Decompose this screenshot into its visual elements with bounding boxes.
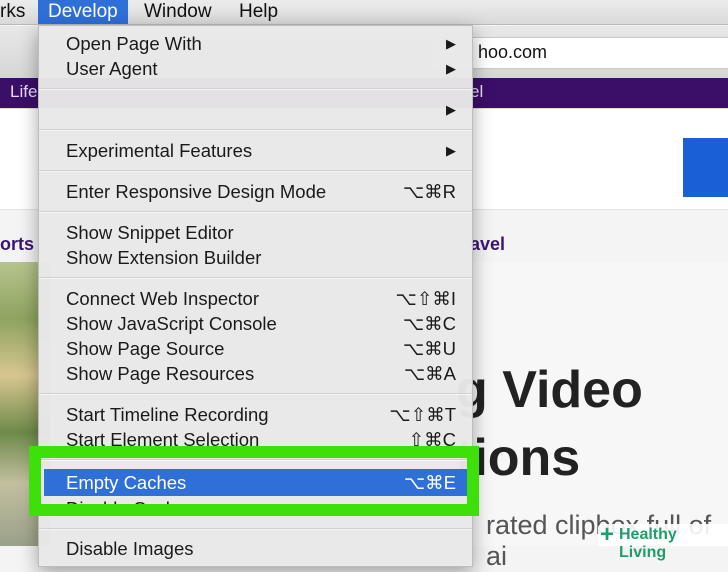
menu-separator: [39, 393, 472, 395]
subnav-link-sports[interactable]: orts: [0, 234, 34, 255]
menu-separator: [39, 170, 472, 172]
search-button[interactable]: [683, 138, 728, 197]
menu-item-responsive-design-mode[interactable]: Enter Responsive Design Mode: [66, 179, 326, 204]
shortcut-label: ⌥⌘U: [402, 338, 456, 359]
menu-item-disable-images[interactable]: Disable Images: [66, 536, 194, 561]
menu-item-javascript-console[interactable]: Show JavaScript Console: [66, 311, 277, 336]
menu-item-experimental-features[interactable]: Experimental Features: [66, 138, 252, 163]
menu-item-extension-builder[interactable]: Show Extension Builder: [66, 245, 261, 270]
shortcut-label: ⌥⇧⌘I: [395, 288, 456, 309]
watermark-text: Healthy Living: [619, 526, 677, 561]
submenu-arrow-icon: ▶: [446, 102, 456, 117]
menu-separator: [39, 129, 472, 131]
shortcut-label: ⌥⌘R: [402, 181, 456, 202]
menu-item-open-page-with[interactable]: Open Page With: [66, 31, 202, 56]
menu-help[interactable]: Help: [229, 0, 288, 24]
menu-bookmarks[interactable]: rks: [0, 0, 35, 24]
menu-item-snippet-editor[interactable]: Show Snippet Editor: [66, 220, 234, 245]
submenu-arrow-icon: ▶: [446, 61, 456, 76]
shortcut-label: ⌥⇧⌘T: [389, 404, 456, 425]
menu-separator: [39, 88, 472, 90]
url-text: hoo.com: [478, 42, 548, 62]
menu-separator: [39, 277, 472, 279]
shortcut-label: ⌥⌘C: [402, 313, 456, 334]
menu-item-page-source[interactable]: Show Page Source: [66, 336, 224, 361]
menu-item-connect-web-inspector[interactable]: Connect Web Inspector: [66, 286, 259, 311]
menu-item-user-agent[interactable]: User Agent: [66, 56, 158, 81]
submenu-arrow-icon: ▶: [446, 36, 456, 51]
headline-line-1: g Video: [456, 361, 643, 419]
menu-item-page-resources[interactable]: Show Page Resources: [66, 361, 254, 386]
menu-develop[interactable]: Develop: [38, 0, 128, 24]
plus-icon: +: [600, 521, 615, 548]
menu-item-timeline-recording[interactable]: Start Timeline Recording: [66, 402, 269, 427]
subnav-link-travel[interactable]: avel: [470, 234, 505, 255]
submenu-arrow-icon: ▶: [446, 143, 456, 158]
nav-link-life[interactable]: Life: [10, 82, 37, 102]
address-field[interactable]: [430, 37, 728, 69]
highlight-box: [29, 446, 479, 516]
shortcut-label: ⌥⌘A: [403, 363, 456, 384]
menu-separator: [39, 211, 472, 213]
menu-separator: [39, 528, 472, 530]
menu-bar: rks Develop Window Help: [0, 0, 728, 25]
menu-window[interactable]: Window: [134, 0, 222, 24]
